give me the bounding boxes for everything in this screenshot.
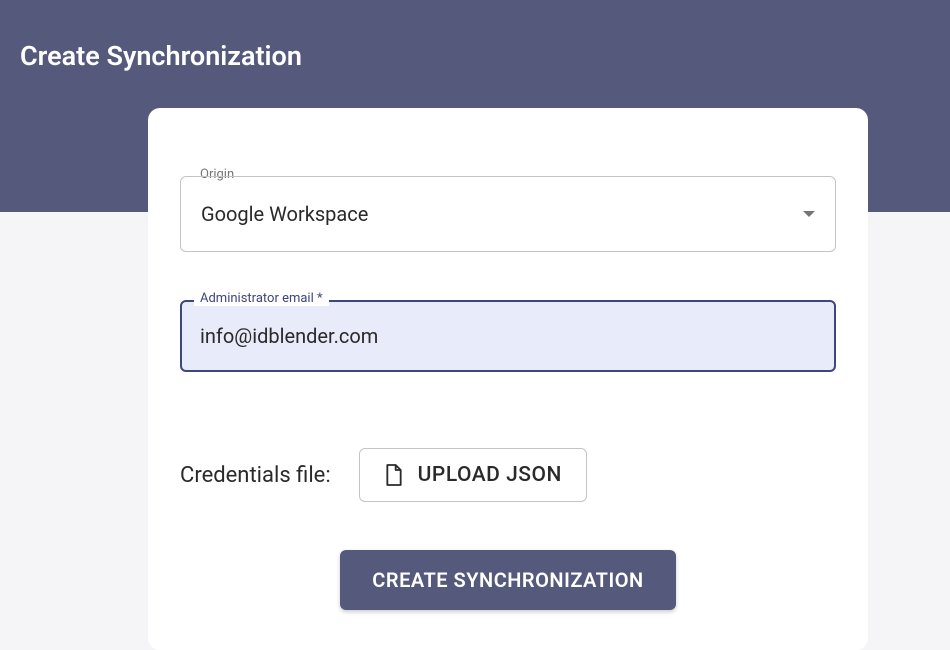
submit-row: CREATE SYNCHRONIZATION bbox=[180, 550, 836, 610]
admin-email-input[interactable] bbox=[200, 324, 816, 348]
page-title: Create Synchronization bbox=[0, 0, 950, 72]
create-synchronization-button[interactable]: CREATE SYNCHRONIZATION bbox=[340, 550, 675, 610]
admin-email-label: Administrator email * bbox=[194, 291, 329, 306]
admin-email-field-group: Administrator email * bbox=[180, 300, 836, 372]
credentials-row: Credentials file: UPLOAD JSON bbox=[180, 448, 836, 502]
form-card: Origin Google Workspace Administrator em… bbox=[148, 108, 868, 650]
origin-field-group: Origin Google Workspace bbox=[180, 176, 836, 252]
origin-select[interactable]: Google Workspace bbox=[180, 176, 836, 252]
chevron-down-icon bbox=[803, 211, 815, 217]
origin-value: Google Workspace bbox=[201, 202, 803, 226]
upload-button-label: UPLOAD JSON bbox=[418, 463, 562, 487]
file-icon bbox=[384, 463, 404, 487]
credentials-label: Credentials file: bbox=[180, 463, 331, 488]
upload-json-button[interactable]: UPLOAD JSON bbox=[359, 448, 587, 502]
admin-email-wrapper bbox=[180, 300, 836, 372]
